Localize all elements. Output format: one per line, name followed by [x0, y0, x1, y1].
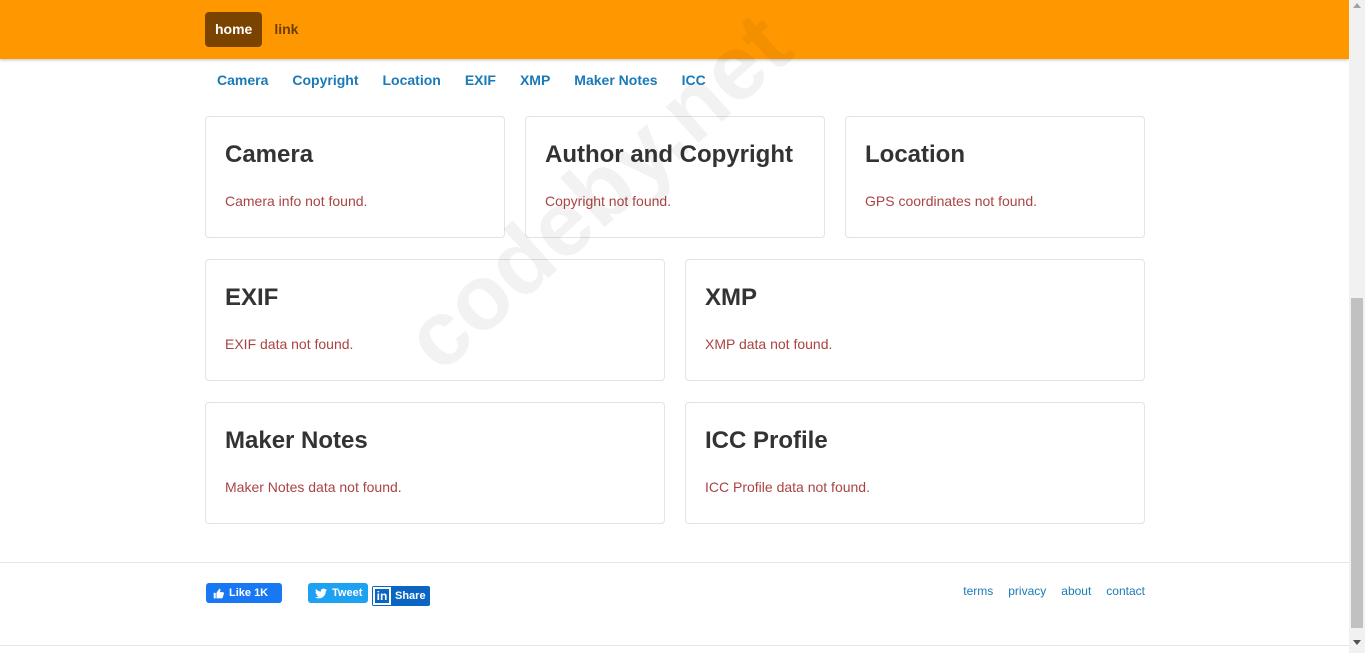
exif-card-message: EXIF data not found. — [225, 336, 354, 352]
location-card-message: GPS coordinates not found. — [865, 193, 1037, 209]
icc-card-message: ICC Profile data not found. — [705, 479, 870, 495]
xmp-card-message: XMP data not found. — [705, 336, 833, 352]
nav-link-link[interactable]: link — [262, 12, 310, 47]
camera-card: Camera Camera info not found. — [205, 116, 505, 238]
thumbs-up-icon — [213, 588, 224, 598]
footer-divider — [0, 562, 1349, 563]
camera-card-message: Camera info not found. — [225, 193, 368, 209]
twitter-bird-icon — [315, 588, 327, 598]
exif-card: EXIF EXIF data not found. — [205, 259, 665, 381]
maker-notes-card-message: Maker Notes data not found. — [225, 479, 402, 495]
tweet-button[interactable]: Tweet — [308, 583, 368, 603]
icc-card: ICC Profile ICC Profile data not found. — [685, 402, 1145, 524]
copyright-card-title: Author and Copyright — [545, 141, 793, 168]
xmp-card: XMP XMP data not found. — [685, 259, 1145, 381]
icc-card-title: ICC Profile — [705, 427, 828, 454]
scroll-up-arrow-icon[interactable] — [1353, 3, 1361, 8]
nav-home-link[interactable]: home — [205, 12, 263, 47]
share-label: Share — [395, 590, 426, 602]
footer-links: terms privacy about contact — [963, 584, 1145, 598]
scrollbar-thumb[interactable] — [1351, 298, 1363, 628]
xmp-card-title: XMP — [705, 284, 758, 311]
scroll-down-arrow-icon[interactable] — [1353, 640, 1361, 645]
footer-link-contact[interactable]: contact — [1106, 584, 1145, 598]
maker-notes-card: Maker Notes Maker Notes data not found. — [205, 402, 665, 524]
location-card: Location GPS coordinates not found. — [845, 116, 1145, 238]
section-nav-location[interactable]: Location — [370, 67, 452, 93]
section-nav-icc[interactable]: ICC — [670, 67, 718, 93]
like-label: Like 1K — [229, 587, 269, 599]
exif-card-title: EXIF — [225, 284, 279, 311]
nav-menu: home link — [205, 12, 310, 47]
vertical-scrollbar[interactable] — [1349, 0, 1365, 653]
tweet-label: Tweet — [332, 587, 363, 599]
section-nav-copyright[interactable]: Copyright — [280, 67, 370, 93]
bottom-divider — [0, 645, 1349, 646]
section-nav: Camera Copyright Location EXIF XMP Maker… — [205, 67, 718, 93]
linkedin-icon: in — [373, 587, 391, 605]
facebook-like-button[interactable]: Like 1K — [206, 583, 282, 603]
linkedin-share-button[interactable]: in Share — [372, 586, 430, 606]
maker-notes-card-title: Maker Notes — [225, 427, 368, 454]
location-card-title: Location — [865, 141, 965, 168]
section-nav-exif[interactable]: EXIF — [453, 67, 508, 93]
top-navbar: home link — [0, 0, 1349, 59]
copyright-card-message: Copyright not found. — [545, 193, 672, 209]
camera-card-title: Camera — [225, 141, 314, 168]
footer-link-privacy[interactable]: privacy — [1008, 584, 1046, 598]
footer-link-terms[interactable]: terms — [963, 584, 993, 598]
section-nav-camera[interactable]: Camera — [205, 67, 280, 93]
section-nav-xmp[interactable]: XMP — [508, 67, 562, 93]
footer-link-about[interactable]: about — [1061, 584, 1091, 598]
section-nav-maker-notes[interactable]: Maker Notes — [562, 67, 669, 93]
copyright-card: Author and Copyright Copyright not found… — [525, 116, 825, 238]
